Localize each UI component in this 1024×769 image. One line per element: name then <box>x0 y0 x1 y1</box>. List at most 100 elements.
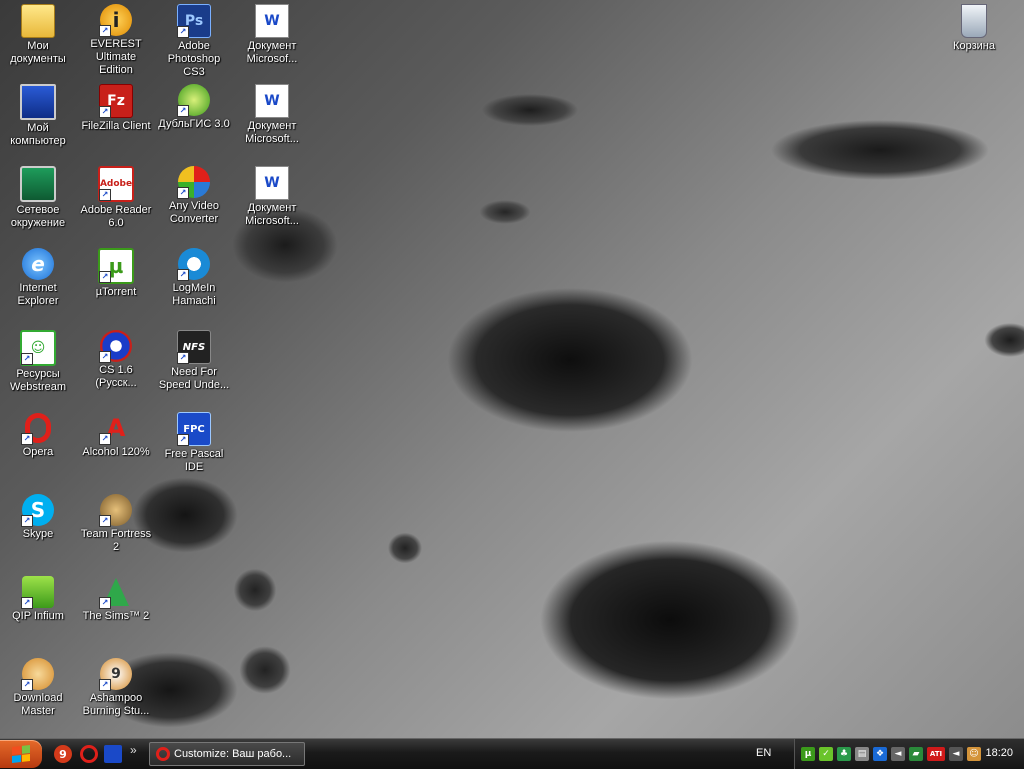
desktop-icon-network[interactable]: Сетевое окружение <box>0 166 76 230</box>
ashampoo-quicklaunch-icon[interactable]: 9 <box>54 745 72 763</box>
user-tray-icon[interactable]: ☺ <box>967 747 981 761</box>
icon-label: Opera <box>22 446 54 458</box>
utorrent-tray-icon[interactable]: µ <box>801 747 815 761</box>
desktop-icon-2gis[interactable]: ↗ ДубльГИС 3.0 <box>156 84 232 131</box>
opera-icon <box>156 747 170 761</box>
photoshop-icon: Ps ↗ <box>177 4 211 38</box>
nfs-icon: NFS ↗ <box>177 330 211 364</box>
connection-tray-icon[interactable]: ▰ <box>909 747 923 761</box>
taskbar: 9 » Customize: Ваш рабо... EN µ ✓ ♣ ▤ ❖ … <box>0 738 1024 769</box>
icon-label: µTorrent <box>95 286 137 298</box>
desktop-icon-word-doc-3[interactable]: W Документ Microsoft... <box>234 166 310 228</box>
clock[interactable]: 18:20 <box>985 747 1013 759</box>
icon-label: LogMeIn Hamachi <box>172 282 216 307</box>
word-document-icon: W <box>255 166 289 200</box>
desktop-icon-webstream[interactable]: ☺ ↗ Ресурсы Webstream <box>0 330 76 394</box>
computer-icon <box>20 84 56 120</box>
language-indicator[interactable]: EN <box>756 747 771 759</box>
desktop-icon-cs16[interactable]: ↗ CS 1.6 (Русск... <box>78 330 154 390</box>
icon-label: ДубльГИС 3.0 <box>158 118 230 130</box>
desktop-icon-word-doc-2[interactable]: W Документ Microsoft... <box>234 84 310 146</box>
desktop-icon-any-video-converter[interactable]: ↗ Any Video Converter <box>156 166 232 226</box>
opera-quicklaunch-icon[interactable] <box>80 745 98 763</box>
desktop-icon-ashampoo[interactable]: 9 ↗ Ashampoo Burning Stu... <box>78 658 154 718</box>
opera-icon: ↗ <box>21 412 54 445</box>
speaker-tray-icon[interactable]: ◄ <box>949 747 963 761</box>
ati-tray-icon[interactable]: ATI <box>927 747 945 761</box>
desktop-icon-opera[interactable]: ↗ Opera <box>0 412 76 459</box>
adobe-reader-icon: Adobe ↗ <box>98 166 134 202</box>
desktop-icon-adobe-reader[interactable]: Adobe ↗ Adobe Reader 6.0 <box>78 166 154 230</box>
bluetooth-tray-icon[interactable]: ❖ <box>873 747 887 761</box>
desktop-icon-free-pascal[interactable]: FPC ↗ Free Pascal IDE <box>156 412 232 474</box>
internet-explorer-icon: e <box>22 248 54 280</box>
icon-label: Any Video Converter <box>169 200 219 225</box>
icon-label: Free Pascal IDE <box>164 448 224 473</box>
desktop-icon-internet-explorer[interactable]: e Internet Explorer <box>0 248 76 308</box>
icon-label: Ashampoo Burning Stu... <box>82 692 150 717</box>
icon-label: Мой компьютер <box>10 122 66 147</box>
icon-label: CS 1.6 (Русск... <box>95 364 137 389</box>
icon-label: Internet Explorer <box>17 282 59 307</box>
desktop-icon-download-master[interactable]: ↗ Download Master <box>0 658 76 718</box>
alcohol-icon: A ↗ <box>99 412 132 445</box>
download-master-icon: ↗ <box>21 658 54 691</box>
desktop-icon-skype[interactable]: S ↗ Skype <box>0 494 76 541</box>
desktop-icon-my-documents[interactable]: Мои документы <box>0 4 76 66</box>
webstream-icon: ☺ ↗ <box>20 330 56 366</box>
icon-label: Skype <box>22 528 54 540</box>
desktop-icon-nfs[interactable]: NFS ↗ Need For Speed Unde... <box>156 330 232 392</box>
show-desktop-quicklaunch-icon[interactable] <box>104 745 122 763</box>
start-button[interactable] <box>0 740 42 768</box>
skype-icon: S ↗ <box>21 494 54 527</box>
sims-icon: ↗ <box>99 576 132 609</box>
desktop-icon-team-fortress[interactable]: ↗ Team Fortress 2 <box>78 494 154 554</box>
desktop-icon-alcohol[interactable]: A ↗ Alcohol 120% <box>78 412 154 459</box>
desktop-icon-hamachi[interactable]: ↗ LogMeIn Hamachi <box>156 248 232 308</box>
volume-tray-icon[interactable]: ◄ <box>891 747 905 761</box>
icon-label: Ресурсы Webstream <box>9 368 67 393</box>
desktop-icon-sims2[interactable]: ↗ The Sims™ 2 <box>78 576 154 623</box>
icon-label: Adobe Reader 6.0 <box>80 204 152 229</box>
utorrent-icon: µ ↗ <box>98 248 134 284</box>
hamachi-icon: ↗ <box>177 248 210 281</box>
network-icon <box>20 166 56 202</box>
desktop-icon-recycle-bin[interactable]: Корзина <box>936 4 1012 53</box>
team-fortress-icon: ↗ <box>99 494 132 527</box>
desktop-icon-utorrent[interactable]: µ ↗ µTorrent <box>78 248 154 299</box>
icon-label: QIP Infium <box>12 610 64 622</box>
quicklaunch-more-button[interactable]: » <box>130 743 137 757</box>
system-tray: µ ✓ ♣ ▤ ❖ ◄ ▰ ATI ◄ ☺ 18:20 <box>794 739 1024 769</box>
desktop-icon-filezilla[interactable]: Fz ↗ FileZilla Client <box>78 84 154 133</box>
icon-label: The Sims™ 2 <box>82 610 150 622</box>
video-converter-icon: ↗ <box>177 166 210 199</box>
icon-label: Корзина <box>953 40 995 52</box>
counter-strike-icon: ↗ <box>99 330 132 363</box>
icon-label: Документ Microsoft... <box>245 120 299 145</box>
icon-label: Сетевое окружение <box>10 204 66 229</box>
icon-label: Need For Speed Unde... <box>158 366 230 391</box>
icon-label: Download Master <box>13 692 63 717</box>
recycle-bin-icon <box>961 4 987 38</box>
windows-logo-icon <box>12 745 30 763</box>
check-tray-icon[interactable]: ✓ <box>819 747 833 761</box>
icon-label: FileZilla Client <box>81 120 151 132</box>
desktop-icon-everest[interactable]: i ↗ EVEREST Ultimate Edition <box>78 4 154 77</box>
network-tray-icon[interactable]: ♣ <box>837 747 851 761</box>
taskbar-window-button[interactable]: Customize: Ваш рабо... <box>149 742 305 766</box>
word-document-icon: W <box>255 4 289 38</box>
filezilla-icon: Fz ↗ <box>99 84 133 118</box>
taskbar-window-title: Customize: Ваш рабо... <box>174 748 292 760</box>
desktop-icon-my-computer[interactable]: Мой компьютер <box>0 84 76 148</box>
icon-label: Alcohol 120% <box>82 446 150 458</box>
folder-icon <box>21 4 55 38</box>
desktop: Мои документы Мой компьютер Сетевое окру… <box>0 0 1024 738</box>
printer-tray-icon[interactable]: ▤ <box>855 747 869 761</box>
word-document-icon: W <box>255 84 289 118</box>
desktop-icon-photoshop[interactable]: Ps ↗ Adobe Photoshop CS3 <box>156 4 232 79</box>
desktop-icon-word-doc-1[interactable]: W Документ Microsof... <box>234 4 310 66</box>
icon-label: Adobe Photoshop CS3 <box>167 40 221 78</box>
desktop-icon-qip[interactable]: ↗ QIP Infium <box>0 576 76 623</box>
icon-label: Документ Microsof... <box>246 40 298 65</box>
icon-label: Мои документы <box>10 40 66 65</box>
